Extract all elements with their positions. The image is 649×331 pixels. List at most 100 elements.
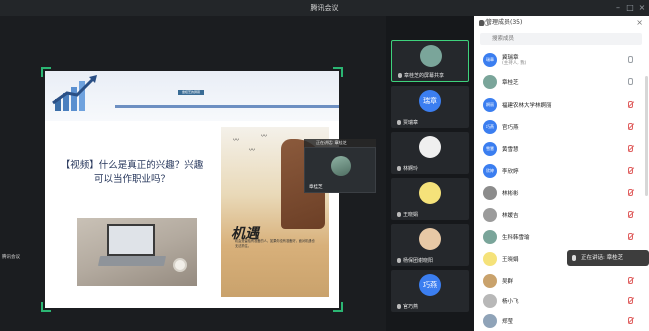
mic-muted-icon[interactable] — [628, 317, 633, 324]
speaker-label-bar: 正在讲话: 章桂芝 — [304, 139, 376, 147]
slide-header-bar — [115, 105, 339, 108]
bird-icon: 〰 — [261, 133, 268, 140]
coffee-cup — [173, 258, 187, 272]
share-frame-corner — [333, 302, 343, 312]
members-header: 管理成员(35) × — [474, 16, 649, 30]
tile-name: 杨保团谢晓阳 — [403, 258, 434, 264]
speaker-floating-video[interactable]: 章桂芝 — [304, 147, 376, 193]
avatar: 巧燕 — [483, 120, 497, 134]
member-row[interactable]: 巧燕 官巧燕 — [474, 117, 649, 137]
avatar — [420, 45, 442, 67]
mic-icon[interactable] — [628, 56, 633, 63]
video-tile[interactable]: 杨保团谢晓阳 — [391, 224, 469, 266]
member-name: 林媛吉 — [502, 213, 519, 219]
tile-name: 贾瑞章 — [403, 120, 419, 126]
member-row[interactable]: 生科韩雪瑜 — [474, 227, 649, 247]
laptop-photo — [77, 218, 197, 286]
video-tile[interactable]: 瑞章 贾瑞章 — [391, 86, 469, 128]
member-row[interactable]: 杨小飞 — [474, 291, 649, 311]
left-side-label: 腾讯会议 — [2, 255, 20, 260]
avatar — [419, 136, 441, 158]
laptop-screen — [107, 224, 155, 256]
member-name: 杨小飞 — [502, 299, 519, 305]
avatar — [483, 186, 497, 200]
member-row[interactable]: 林彬彬 — [474, 183, 649, 203]
speaking-toast-label: 正在讲话: 章桂芝 — [581, 255, 624, 261]
member-row[interactable]: 欣婷 李欣婷 — [474, 161, 649, 181]
avatar — [483, 230, 497, 244]
mic-muted-icon[interactable] — [628, 101, 633, 108]
mic-icon — [397, 166, 401, 171]
mic-icon — [572, 255, 576, 261]
member-row[interactable]: 郑莹 — [474, 311, 649, 331]
members-header-label: 管理成员(35) — [486, 19, 523, 26]
mic-icon — [397, 258, 401, 263]
avatar: 婀丽 — [483, 98, 497, 112]
close-icon[interactable]: × — [637, 3, 647, 13]
member-name: 郑莹 — [502, 319, 514, 325]
avatar — [483, 314, 497, 328]
slide-title: 【视频】什么是真正的兴趣？兴趣可以当作职业吗？ — [60, 160, 204, 185]
member-name: 福建农林大学林婀丽 — [502, 103, 552, 109]
window-titlebar: 腾讯会议 – □ × — [0, 0, 649, 16]
bird-icon: 〰 — [233, 137, 240, 144]
member-name: 黄雪慧 — [502, 147, 519, 153]
speaker-name: 章桂芝 — [309, 185, 323, 190]
avatar — [331, 156, 351, 176]
member-row[interactable]: 瑞章 冀瑞章 (主持人, 我) — [474, 50, 649, 70]
maximize-icon[interactable]: □ — [625, 3, 635, 13]
avatar — [419, 182, 441, 204]
search-icon — [484, 20, 490, 26]
minimize-icon[interactable]: – — [613, 3, 623, 13]
video-tile[interactable]: 王晓娟 — [391, 178, 469, 220]
video-tile[interactable]: 章桂芝的屏幕共享 — [391, 40, 469, 82]
avatar: 瑞章 — [419, 90, 441, 112]
mic-icon[interactable] — [628, 78, 633, 85]
mic-muted-icon[interactable] — [628, 211, 633, 218]
avatar — [483, 294, 497, 308]
member-row[interactable]: 雪慧 黄雪慧 — [474, 139, 649, 159]
video-tile[interactable]: 巧燕 官巧燕 — [391, 270, 469, 312]
mic-muted-icon[interactable] — [628, 277, 633, 284]
speaking-toast: 正在讲话: 章桂芝 — [567, 250, 649, 266]
mic-muted-icon[interactable] — [628, 233, 633, 240]
members-scrollbar[interactable] — [645, 76, 648, 196]
avatar — [483, 252, 497, 266]
avatar: 欣婷 — [483, 164, 497, 178]
growth-chart-icon — [52, 75, 97, 111]
mic-icon — [397, 304, 401, 309]
member-row[interactable]: 林媛吉 — [474, 205, 649, 225]
member-row[interactable]: 吴群 — [474, 271, 649, 291]
member-name: 李欣婷 — [502, 169, 519, 175]
mic-icon — [397, 120, 401, 125]
mic-muted-icon[interactable] — [628, 167, 633, 174]
avatar — [483, 208, 497, 222]
share-frame-corner — [333, 67, 343, 77]
member-name: 生科韩雪瑜 — [502, 235, 530, 241]
avatar — [483, 75, 497, 89]
presenter-tag: 章桂芝的屏幕 — [178, 90, 204, 95]
video-tile[interactable]: 林婀玲 — [391, 132, 469, 174]
member-name: 官巧燕 — [502, 125, 519, 131]
member-role: (主持人, 我) — [502, 61, 527, 66]
member-name: 吴群 — [502, 279, 514, 285]
share-frame-corner — [41, 302, 51, 312]
shared-screen-area: 【视频】什么是真正的兴趣？兴趣可以当作职业吗？ 〰 〰 〰 机遇 机会是留给有准… — [0, 16, 386, 331]
mic-muted-icon[interactable] — [628, 123, 633, 130]
avatar: 巧燕 — [419, 274, 441, 296]
mic-muted-icon[interactable] — [628, 145, 633, 152]
video-tiles-column: 章桂芝的屏幕共享 瑞章 贾瑞章 林婀玲 王晓娟 杨保团谢晓阳 巧燕 官巧燕 — [386, 16, 474, 331]
mic-muted-icon[interactable] — [628, 189, 633, 196]
avatar: 雪慧 — [483, 142, 497, 156]
bird-icon: 〰 — [249, 147, 256, 154]
tile-name: 林婀玲 — [403, 166, 419, 172]
member-search-input[interactable] — [480, 33, 642, 45]
laptop-keyboard — [97, 256, 167, 266]
close-panel-icon[interactable]: × — [636, 16, 643, 30]
mic-muted-icon[interactable] — [628, 297, 633, 304]
member-row[interactable]: 章桂芝 — [474, 72, 649, 92]
member-row[interactable]: 婀丽 福建农林大学林婀丽 — [474, 95, 649, 115]
tile-name: 章桂芝的屏幕共享 — [404, 73, 445, 79]
member-name: 林彬彬 — [502, 191, 519, 197]
avatar: 瑞章 — [483, 53, 497, 67]
